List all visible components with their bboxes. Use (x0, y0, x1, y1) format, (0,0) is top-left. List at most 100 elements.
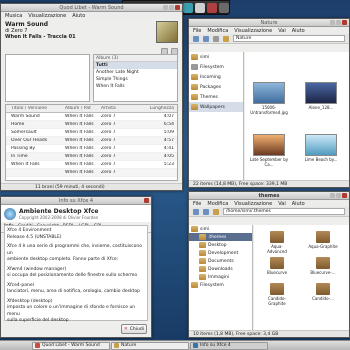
folder-item[interactable]: Aqua-Advanced (262, 231, 292, 254)
home-icon[interactable] (213, 208, 219, 215)
tree-label: Documents (208, 258, 234, 264)
place-packages[interactable]: Packages (189, 82, 243, 92)
menu-aiuto[interactable]: Aiuto (292, 201, 305, 207)
tree-item-documents[interactable]: Documents (189, 257, 252, 265)
table-row[interactable]: Home When It Falls Zero 7 6:54 (6, 121, 177, 129)
menu-visualizzazione[interactable]: Visualizzazione (234, 28, 272, 34)
launcher-icon[interactable] (219, 2, 229, 13)
cell-album: When It Falls (65, 154, 94, 159)
quodlibet-titlebar[interactable]: Quod Libet - Warm Sound (1, 4, 182, 12)
home-icon[interactable] (223, 35, 229, 42)
table-row[interactable]: Over Our Heads When It Falls Zero 7 4:57 (6, 137, 177, 145)
close-icon[interactable] (175, 5, 180, 10)
cell-title: Home (11, 122, 25, 127)
column-album[interactable]: Album / Pat (64, 106, 100, 111)
minimize-icon[interactable] (330, 193, 335, 198)
folder-item[interactable]: Candido-Graphite (262, 283, 292, 306)
folder-item[interactable]: Aqua-Graphite (308, 231, 338, 249)
menu-modifica[interactable]: Modifica (207, 201, 228, 207)
menu-aiuto[interactable]: Aiuto (292, 28, 305, 34)
menu-visualizzazione[interactable]: Visualizzazione (28, 13, 66, 19)
folder-item[interactable]: Candido-... (308, 283, 338, 301)
nautilus-titlebar[interactable]: Nature (189, 19, 349, 27)
up-icon[interactable] (213, 35, 219, 42)
file-item[interactable]: Lime Beach by... (301, 134, 341, 162)
album-cover[interactable] (156, 21, 178, 43)
maximize-icon[interactable] (336, 20, 341, 25)
folder-item[interactable]: Bluecurve-... (308, 257, 338, 275)
table-row[interactable]: When It Falls When It Falls Zero 7 5:23 (6, 161, 177, 169)
forward-icon[interactable] (203, 35, 209, 42)
menu-musica[interactable]: Musica (5, 13, 22, 19)
menu-modifica[interactable]: Modifica (207, 28, 228, 34)
album-pane[interactable]: Album (3) Tutti Another Late Night Simpl… (93, 54, 178, 102)
album-item[interactable]: Tutti (94, 62, 177, 69)
column-artist[interactable]: Artista (100, 106, 136, 111)
forward-icon[interactable] (203, 208, 209, 215)
menu-vai[interactable]: Vai (278, 28, 286, 34)
drive-icon (191, 282, 198, 288)
tree-item-downloads[interactable]: Downloads (189, 265, 252, 273)
cell-album: When It Falls (65, 138, 94, 143)
album-item[interactable]: When It Falls (94, 83, 177, 90)
launcher-icon[interactable] (195, 2, 205, 13)
place-themes[interactable]: Themes (189, 92, 243, 102)
place-label: Filesystem (200, 64, 224, 70)
dialog-titlebar[interactable]: Info su Xfce 4 (1, 197, 151, 205)
table-row[interactable]: Somersault When It Falls Zero 7 5:09 (6, 129, 177, 137)
tree-item-development[interactable]: Development (189, 249, 252, 257)
album-item[interactable]: Another Late Night (94, 69, 177, 76)
file-item[interactable]: 15006-Untransformed.jpg (249, 82, 289, 115)
file-item[interactable]: Late September by Ca... (249, 134, 289, 167)
close-icon[interactable] (144, 198, 149, 203)
tree-item-filesystem[interactable]: Filesystem (189, 281, 252, 289)
place-filesystem[interactable]: Filesystem (189, 62, 243, 72)
back-icon[interactable] (193, 208, 199, 215)
maximize-icon[interactable] (169, 5, 174, 10)
table-row[interactable]: When It Falls Zero 7 (6, 169, 177, 177)
close-button[interactable]: ✕ Chiudi (121, 324, 147, 334)
place-wallpapers[interactable]: Wallpapers (189, 102, 243, 112)
taskbar-button[interactable]: Info su Xfce 4 (190, 341, 268, 350)
table-row[interactable]: Warm Sound When It Falls Zero 7 4:07 (6, 113, 177, 121)
menu-visualizzazione[interactable]: Visualizzazione (234, 201, 272, 207)
thunar-titlebar[interactable]: themes (189, 192, 349, 200)
taskbar-button[interactable]: Nature (111, 341, 189, 350)
location-bar[interactable]: /home/simi/.themes (223, 208, 345, 215)
maximize-icon[interactable] (336, 193, 341, 198)
column-title[interactable]: Titolo / Versione (10, 106, 64, 111)
cell-artist: Zero 7 (101, 162, 116, 167)
file-item[interactable]: Alone_128... (301, 82, 341, 110)
tree-item-desktop[interactable]: Desktop (189, 241, 252, 249)
genre-pane[interactable] (5, 54, 90, 102)
menu-file[interactable]: File (193, 201, 201, 207)
back-icon[interactable] (193, 35, 199, 42)
place-incoming[interactable]: Incoming (189, 72, 243, 82)
album-pane-header[interactable]: Album (3) (94, 55, 177, 62)
menu-aiuto[interactable]: Aiuto (72, 13, 85, 19)
table-row[interactable]: Passing By When It Falls Zero 7 4:41 (6, 145, 177, 153)
album-item[interactable]: Simple Things (94, 76, 177, 83)
column-length[interactable]: Lunghezza (136, 106, 177, 111)
folder-icon (316, 283, 330, 295)
launcher-icon[interactable] (207, 2, 217, 13)
table-row[interactable]: In Time When It Falls Zero 7 4:05 (6, 153, 177, 161)
tree-item-immagini[interactable]: Immagini (189, 273, 252, 281)
tree-item-simi[interactable]: simi (189, 225, 252, 233)
close-icon[interactable] (342, 20, 347, 25)
location-bar[interactable]: Nature (233, 35, 345, 42)
tree-item-themes[interactable]: .themes (189, 233, 252, 241)
taskbar-button[interactable]: Quod Libet - Warm Sound (32, 341, 110, 350)
menu-file[interactable]: File (193, 28, 201, 34)
menu-vai[interactable]: Vai (278, 201, 286, 207)
close-icon[interactable] (342, 193, 347, 198)
place-simi[interactable]: simi (189, 52, 243, 62)
folder-icon (199, 234, 206, 240)
minimize-icon[interactable] (330, 20, 335, 25)
tree-label: Development (208, 250, 239, 256)
minimize-icon[interactable] (163, 5, 168, 10)
launcher-icon[interactable] (183, 2, 193, 13)
status-text: 11 brani (59 minuti, 4 secondi) (35, 184, 105, 190)
cell-length: 4:05 (163, 154, 174, 159)
folder-item[interactable]: Bluecurve (262, 257, 292, 275)
